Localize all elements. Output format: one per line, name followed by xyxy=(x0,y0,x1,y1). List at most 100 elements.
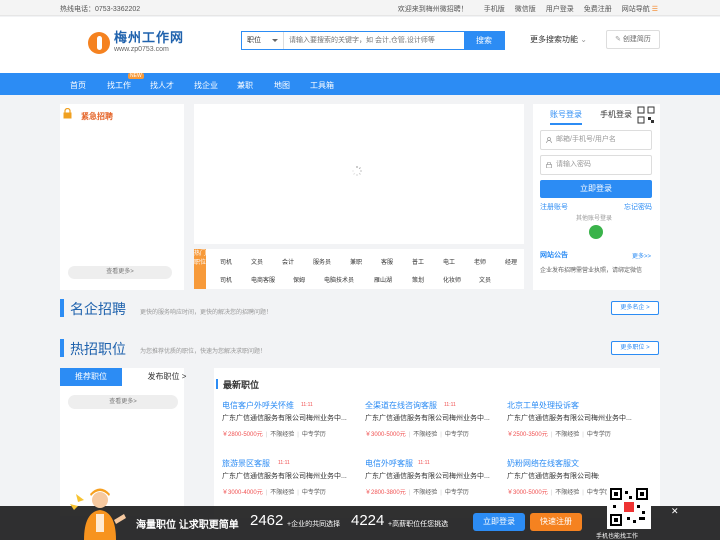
job-company[interactable]: 广东广信通信服务有限公司梅州业务中... xyxy=(365,471,501,481)
job-title[interactable]: 奶粉网络在线客服文 xyxy=(507,458,579,469)
forgot-password-link[interactable]: 忘记密码 xyxy=(624,202,652,212)
job-company[interactable]: 广东广信通信服务有限公司梅州业务中... xyxy=(365,413,501,423)
job-company[interactable]: 广东广信通信服务有限公司梅州业务中... xyxy=(222,471,358,481)
more-search-link[interactable]: 更多搜索功能 ⌄ xyxy=(530,34,587,45)
hot-cat-ecommerce-cs[interactable]: 电商客服 xyxy=(251,275,275,284)
hot-cat-clerk[interactable]: 文员 xyxy=(251,257,263,266)
bottom-register-button[interactable]: 快速注册 xyxy=(530,513,582,531)
job-company[interactable]: 广东广信通信服务有限公司梅州业务中... xyxy=(507,471,599,481)
tab-publish-job[interactable]: 发布职位 > xyxy=(136,368,198,386)
bottom-login-button[interactable]: 立即登录 xyxy=(473,513,525,531)
mobile-version-link[interactable]: 手机版 xyxy=(484,4,505,14)
hot-jobs-subtitle: 为您推荐优质的职位，快速为您解决求职问题！ xyxy=(140,349,267,355)
job-title[interactable]: 电信客户外呼关怀维 xyxy=(222,400,294,411)
wechat-version-link[interactable]: 微信版 xyxy=(515,4,536,14)
user-login-link[interactable]: 用户登录 xyxy=(546,4,574,14)
nav-home[interactable]: 首页 xyxy=(70,80,86,91)
hot-cat-planner[interactable]: 策划 xyxy=(412,275,424,284)
job-meta: ￥2800-5000元 | 不限经验 | 中专学历 xyxy=(222,432,326,438)
register-link[interactable]: 注册账号 xyxy=(540,202,568,212)
job-experience: 不限经验 xyxy=(270,490,295,496)
notice-text[interactable]: 企业发布招聘需营业执照，请绑定微信 xyxy=(540,265,656,274)
job-company[interactable]: 广东广信通信服务有限公司梅州业务中... xyxy=(222,413,358,423)
qr-caption: 手机也能找工作 xyxy=(596,534,639,540)
nav-part-time[interactable]: 兼职 xyxy=(237,80,253,91)
notice-more-link[interactable]: 更多>> xyxy=(632,251,651,260)
job-meta: ￥3000-5000元 | 不限经验 | 中专学历 xyxy=(365,432,469,438)
urgent-title: 紧急招聘 xyxy=(81,112,113,121)
free-register-link[interactable]: 免费注册 xyxy=(584,4,612,14)
more-companies-button[interactable]: 更多名企 > xyxy=(611,301,659,315)
job-salary: ￥3000-4000元 xyxy=(222,490,263,496)
more-jobs-button[interactable]: 更多职位 > xyxy=(611,341,659,355)
tab-mobile-login[interactable]: 手机登录 xyxy=(600,109,632,120)
nav-map[interactable]: 地图 xyxy=(274,80,290,91)
latest-jobs-title: 最新职位 xyxy=(215,379,260,390)
hot-cat-parttime[interactable]: 兼职 xyxy=(350,257,362,266)
hot-cat-clerk-2[interactable]: 文员 xyxy=(479,275,491,284)
recommend-more-button[interactable]: 查看更多> xyxy=(68,395,178,409)
hot-cat-makeup[interactable]: 化妆师 xyxy=(443,275,461,284)
tab-recommend[interactable]: 推荐职位 xyxy=(60,368,122,386)
hot-cat-nanny[interactable]: 保姆 xyxy=(293,275,305,284)
close-icon[interactable]: ✕ xyxy=(671,506,679,517)
hot-cat-teacher[interactable]: 老师 xyxy=(474,257,486,266)
new-badge: NEW xyxy=(128,73,144,79)
company-count: 2462 xyxy=(250,512,284,529)
logo-icon xyxy=(88,31,110,54)
job-experience: 不限经验 xyxy=(555,432,580,438)
job-count: 4224 xyxy=(351,512,385,529)
search-button[interactable]: 搜索 xyxy=(464,32,504,49)
search-bar: 职位 搜索 xyxy=(241,31,505,50)
wechat-login-icon[interactable] xyxy=(589,225,603,239)
main-nav: 首页 找工作 NEW 找人才 找企业 兼职 地图 工具箱 xyxy=(0,73,720,95)
job-meta: ￥3000-5000元 | 不限经验 | 中专学历 xyxy=(507,490,611,496)
app-qr-code xyxy=(607,485,651,529)
search-input[interactable] xyxy=(284,32,464,49)
nav-find-talent[interactable]: 找人才 xyxy=(150,80,174,91)
hot-cat-waiter[interactable]: 服务员 xyxy=(313,257,331,266)
tab-account-login[interactable]: 账号登录 xyxy=(550,109,582,125)
qr-code-icon[interactable] xyxy=(637,106,655,124)
search-type-select[interactable]: 职位 xyxy=(242,32,284,49)
nav-toolbox[interactable]: 工具箱 xyxy=(310,80,334,91)
lock-icon xyxy=(63,108,72,119)
password-field[interactable]: 请输入密码 xyxy=(540,155,652,175)
job-salary: ￥2500-3500元 xyxy=(507,432,548,438)
job-count-label: +高薪职位任您挑选 xyxy=(388,521,449,528)
nav-find-job[interactable]: 找工作 xyxy=(107,80,131,91)
job-experience: 不限经验 xyxy=(555,490,580,496)
job-title[interactable]: 旅游景区客服 xyxy=(222,458,270,469)
hot-cat-accountant[interactable]: 会计 xyxy=(282,257,294,266)
job-title[interactable]: 北京工单处理投诉客 xyxy=(507,400,579,411)
login-button[interactable]: 立即登录 xyxy=(540,180,652,198)
famous-subtitle: 更快的服务响应时间，更快的解决您的招聘问题！ xyxy=(140,310,273,316)
job-experience: 不限经验 xyxy=(413,490,438,496)
hot-cat-service[interactable]: 客服 xyxy=(381,257,393,266)
mascot-person-icon xyxy=(70,488,126,540)
job-time: 11:11 xyxy=(444,402,456,408)
menu-icon: ☰ xyxy=(651,6,658,13)
hot-cat-worker[interactable]: 普工 xyxy=(412,257,424,266)
nav-find-company[interactable]: 找企业 xyxy=(194,80,218,91)
create-resume-button[interactable]: ✎ 创建简历 xyxy=(606,30,660,49)
site-nav-link[interactable]: 网站导航 ☰ xyxy=(622,4,658,14)
hot-cat-electrician[interactable]: 电工 xyxy=(443,257,455,266)
header: 梅州工作网 www.zp0753.com 职位 搜索 更多搜索功能 ⌄ ✎ 创建… xyxy=(0,17,720,73)
hot-cat-yanshanhu[interactable]: 雁山湖 xyxy=(374,275,392,284)
job-title[interactable]: 电信外呼客服 xyxy=(365,458,413,469)
hot-cat-manager[interactable]: 经理 xyxy=(505,257,517,266)
job-company[interactable]: 广东广信通信服务有限公司梅州业务中... xyxy=(507,413,653,423)
hot-cat-it-tech[interactable]: 电脑技术员 xyxy=(324,275,354,284)
job-title[interactable]: 全渠道在线咨询客服 xyxy=(365,400,437,411)
hot-cat-driver-2[interactable]: 司机 xyxy=(220,275,232,284)
edit-icon: ✎ xyxy=(615,36,621,43)
logo-url: www.zp0753.com xyxy=(114,46,169,53)
hot-cat-driver[interactable]: 司机 xyxy=(220,257,232,266)
job-meta: ￥2800-3800元 | 不限经验 | 中专学历 xyxy=(365,490,469,496)
site-logo[interactable]: 梅州工作网 www.zp0753.com xyxy=(88,31,184,54)
job-salary: ￥2800-5000元 xyxy=(222,432,263,438)
username-field[interactable]: 邮箱/手机号/用户名 xyxy=(540,130,652,150)
password-lock-icon xyxy=(546,162,552,168)
urgent-more-button[interactable]: 查看更多> xyxy=(68,266,172,279)
